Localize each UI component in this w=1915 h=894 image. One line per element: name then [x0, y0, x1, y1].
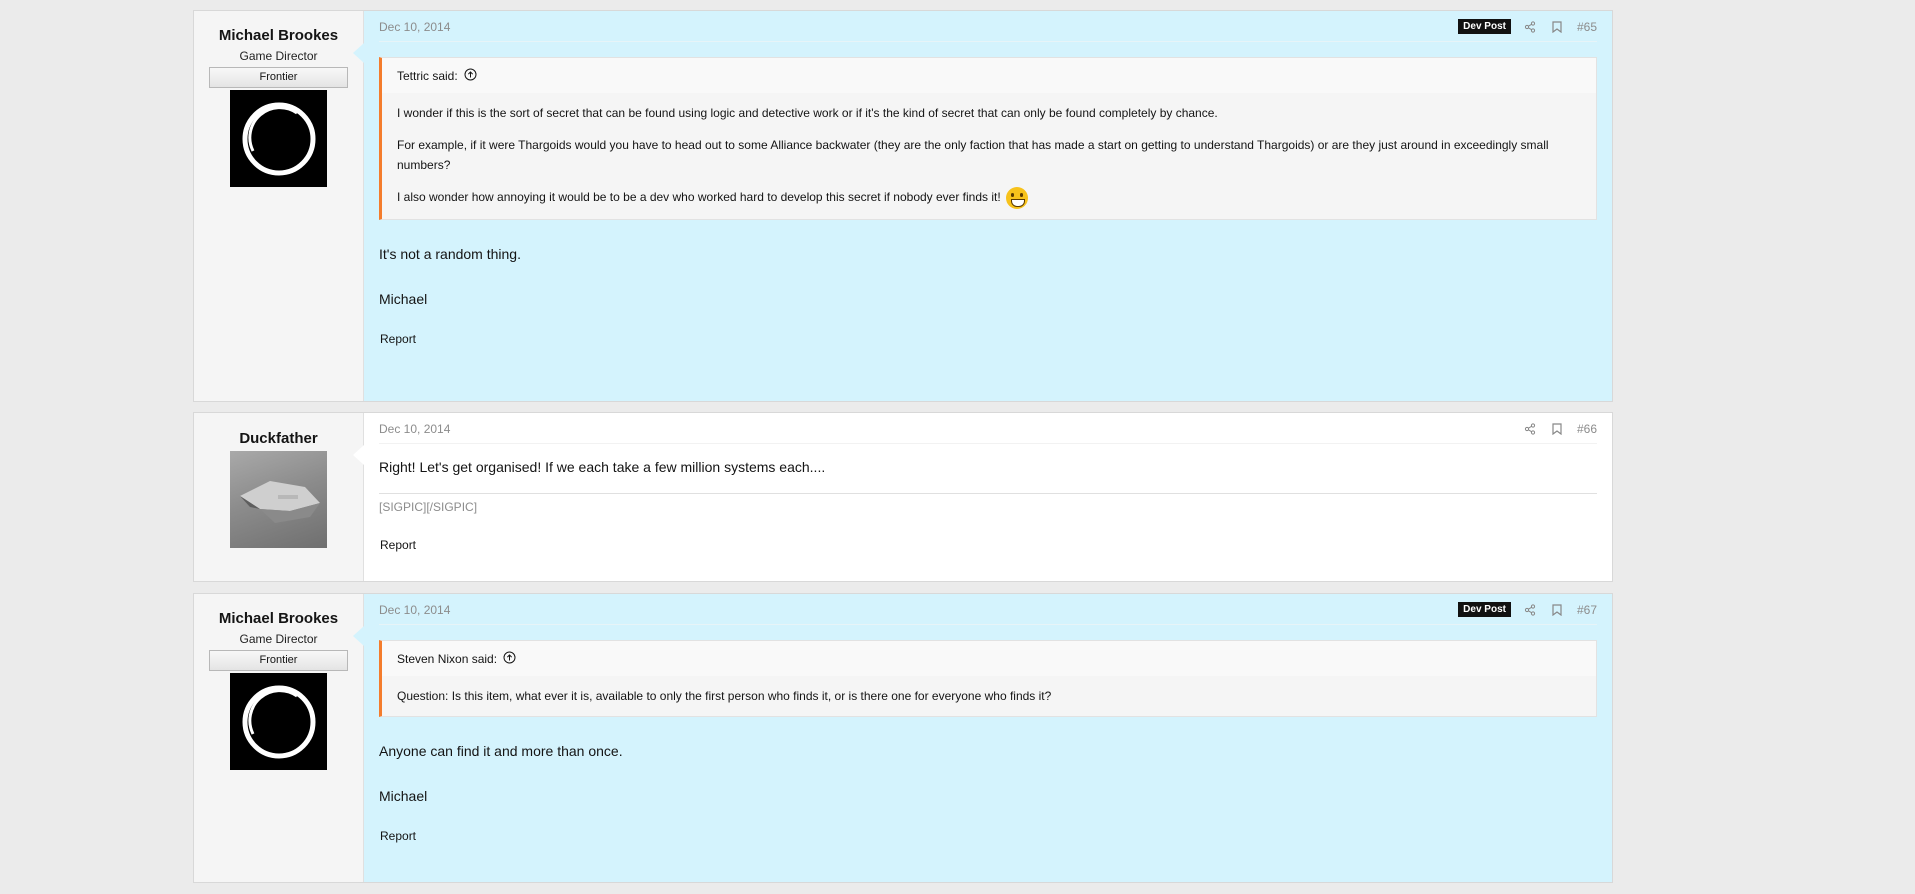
user-title: Game Director: [239, 632, 318, 646]
share-icon[interactable]: [1523, 602, 1538, 617]
post-meta: Dec 10, 2014 Dev Post #67: [379, 602, 1597, 625]
post-body: Dec 10, 2014 Dev Post #65 Tettric said:: [364, 11, 1612, 401]
post-meta: Dec 10, 2014 Dev Post #65: [379, 19, 1597, 42]
quote-author: Steven Nixon said:: [397, 652, 498, 666]
post-number[interactable]: #65: [1577, 20, 1597, 34]
post-message: Anyone can find it and more than once. M…: [379, 743, 1597, 805]
message-line: Michael: [379, 291, 428, 307]
quote-header[interactable]: Steven Nixon said:: [382, 641, 1596, 676]
user-panel: Duckfather: [194, 413, 364, 581]
post-body: Dec 10, 2014 #66 Right! Let's get organi…: [364, 413, 1612, 581]
quote-author: Tettric said:: [397, 69, 458, 83]
message-line: It's not a random thing.: [379, 246, 521, 262]
ship-image-icon: [240, 481, 320, 523]
quote-paragraph: I also wonder how annoying it would be t…: [397, 190, 1001, 205]
circle-logo-icon: [242, 102, 315, 175]
bookmark-icon[interactable]: [1550, 602, 1565, 617]
arrow-up-circle-icon[interactable]: [503, 651, 516, 667]
username[interactable]: Michael Brookes: [219, 610, 338, 627]
bookmark-icon[interactable]: [1550, 421, 1565, 436]
signature: [SIGPIC][/SIGPIC]: [379, 493, 1597, 514]
post-67: Michael Brookes Game Director Frontier D…: [193, 593, 1613, 883]
user-banner: Frontier: [209, 67, 348, 88]
quote-paragraph: Question: Is this item, what ever it is,…: [397, 689, 1052, 703]
username[interactable]: Duckfather: [239, 430, 317, 447]
report-link[interactable]: Report: [379, 538, 1597, 552]
user-panel: Michael Brookes Game Director Frontier: [194, 11, 364, 401]
user-title: Game Director: [239, 49, 318, 63]
post-66: Duckfather Dec 10, 2014 #66 Right! Let's…: [193, 412, 1613, 582]
post-date[interactable]: Dec 10, 2014: [379, 422, 450, 436]
dev-post-badge: Dev Post: [1458, 602, 1511, 617]
arrow-up-circle-icon[interactable]: [464, 68, 477, 84]
message-line: Michael: [379, 788, 428, 804]
circle-logo-icon: [242, 685, 315, 758]
post-meta: Dec 10, 2014 #66: [379, 422, 1597, 444]
quote-paragraph: For example, if it were Thargoids would …: [397, 138, 1549, 172]
quote-paragraph: I wonder if this is the sort of secret t…: [397, 106, 1218, 120]
quote-body: Question: Is this item, what ever it is,…: [382, 676, 1596, 716]
post-body: Dec 10, 2014 Dev Post #67 Steven Nixon s…: [364, 594, 1612, 882]
post-date[interactable]: Dec 10, 2014: [379, 20, 450, 34]
user-banner: Frontier: [209, 650, 348, 671]
post-message: It's not a random thing. Michael: [379, 246, 1597, 308]
user-panel: Michael Brookes Game Director Frontier: [194, 594, 364, 882]
post-65: Michael Brookes Game Director Frontier D…: [193, 10, 1613, 402]
report-link[interactable]: Report: [379, 332, 1597, 346]
post-number[interactable]: #66: [1577, 422, 1597, 436]
post-number[interactable]: #67: [1577, 603, 1597, 617]
avatar[interactable]: [230, 673, 327, 770]
message-line: Anyone can find it and more than once.: [379, 743, 623, 759]
message-line: Right! Let's get organised! If we each t…: [379, 459, 826, 475]
avatar[interactable]: [230, 90, 327, 187]
post-message: Right! Let's get organised! If we each t…: [379, 459, 1597, 476]
quote-block: Tettric said: I wonder if this is the so…: [379, 57, 1597, 220]
quote-header[interactable]: Tettric said:: [382, 58, 1596, 93]
dev-post-badge: Dev Post: [1458, 19, 1511, 34]
quote-body: I wonder if this is the sort of secret t…: [382, 93, 1596, 219]
share-icon[interactable]: [1523, 19, 1538, 34]
quote-block: Steven Nixon said: Question: Is this ite…: [379, 640, 1597, 717]
post-date[interactable]: Dec 10, 2014: [379, 603, 450, 617]
grin-emoji-icon: [1006, 187, 1029, 209]
username[interactable]: Michael Brookes: [219, 27, 338, 44]
share-icon[interactable]: [1523, 421, 1538, 436]
report-link[interactable]: Report: [379, 829, 1597, 843]
bookmark-icon[interactable]: [1550, 19, 1565, 34]
avatar[interactable]: [230, 451, 327, 548]
